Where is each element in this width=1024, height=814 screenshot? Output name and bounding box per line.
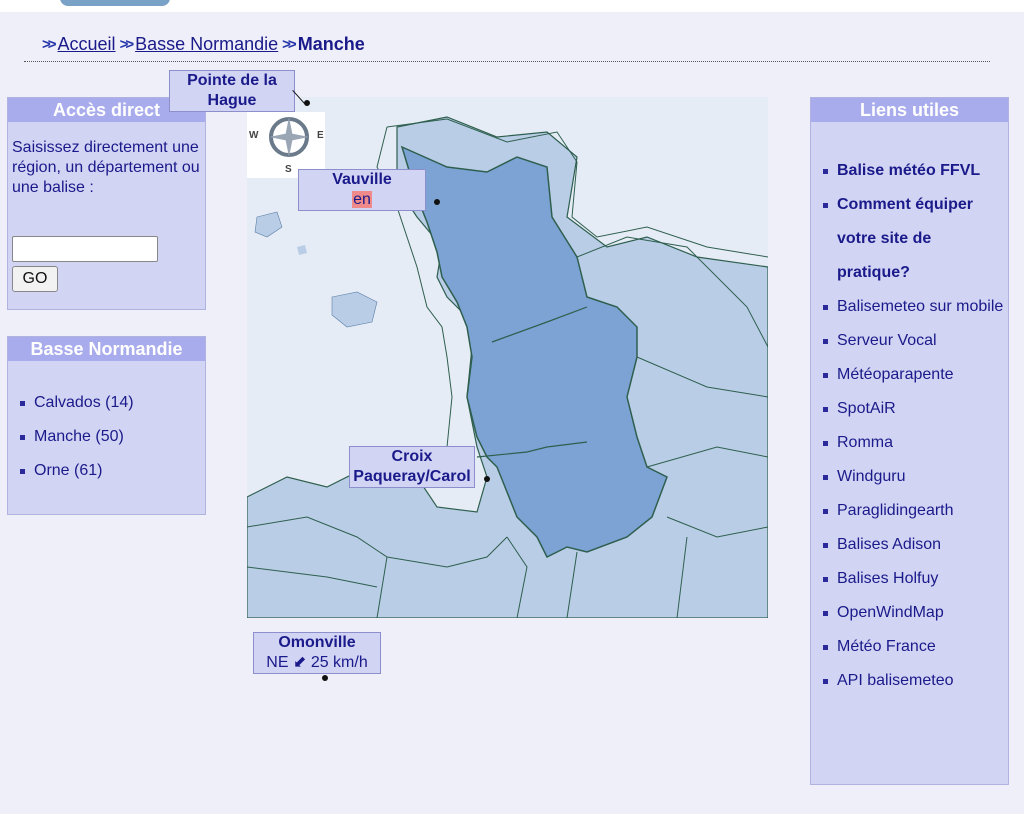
station-name: Vauville: [332, 171, 392, 188]
useful-link[interactable]: API balisemeteo: [811, 664, 1008, 698]
site-logo[interactable]: [60, 0, 170, 6]
breadcrumb-region-link[interactable]: Basse Normandie: [135, 34, 278, 55]
station-marker[interactable]: [434, 199, 440, 205]
wind-arrow-icon: ⬋: [292, 654, 307, 671]
island: [297, 245, 307, 255]
breadcrumb-home-link[interactable]: Accueil: [58, 34, 116, 55]
useful-link[interactable]: Balise météo FFVL: [811, 154, 1008, 188]
station-label-omonville[interactable]: Omonville NE ⬋ 25 km/h: [253, 632, 381, 674]
station-label-vauville[interactable]: Vauville en: [298, 169, 426, 211]
wind-direction: NE: [266, 654, 289, 671]
breadcrumb-separator-icon: >>: [119, 36, 134, 53]
useful-link[interactable]: Comment équiper votre site de pratique?: [811, 188, 1008, 290]
useful-links-title: Liens utiles: [811, 98, 1008, 122]
dotted-divider: [24, 61, 990, 62]
useful-link[interactable]: Balises Adison: [811, 528, 1008, 562]
useful-link[interactable]: OpenWindMap: [811, 596, 1008, 630]
station-name: Croix Paqueray/Carol: [353, 448, 471, 485]
useful-link[interactable]: Windguru: [811, 460, 1008, 494]
station-marker[interactable]: [484, 476, 490, 482]
wind-speed: 25 km/h: [310, 654, 368, 671]
breadcrumb: >> Accueil >> Basse Normandie >> Manche: [38, 34, 365, 55]
wind-direction: en: [352, 191, 372, 208]
region-panel-title: Basse Normandie: [8, 337, 205, 361]
station-name: Pointe de la Hague: [187, 72, 277, 109]
station-label-croix[interactable]: Croix Paqueray/Carol: [349, 446, 475, 488]
manche-department: [400, 145, 668, 559]
useful-link[interactable]: Balises Holfuy: [811, 562, 1008, 596]
breadcrumb-separator-icon: >>: [42, 36, 56, 53]
breadcrumb-current: Manche: [297, 34, 365, 54]
station-name: Omonville: [278, 634, 356, 651]
useful-link[interactable]: Balisemeteo sur mobile: [811, 290, 1008, 324]
search-input[interactable]: [12, 236, 158, 262]
useful-link[interactable]: Météoparapente: [811, 358, 1008, 392]
useful-links-list: Balise météo FFVL Comment équiper votre s…: [811, 154, 1008, 698]
compass-south: S: [285, 164, 292, 175]
useful-link[interactable]: Paraglidingearth: [811, 494, 1008, 528]
acces-direct-panel: Accès direct Saisissez directement une r…: [7, 97, 206, 310]
go-button[interactable]: GO: [12, 266, 58, 292]
island: [254, 211, 283, 238]
department-link-manche[interactable]: Manche (50): [8, 427, 205, 461]
useful-link[interactable]: Serveur Vocal: [811, 324, 1008, 358]
department-link-orne[interactable]: Orne (61): [8, 461, 205, 495]
useful-link[interactable]: SpotAiR: [811, 392, 1008, 426]
useful-link[interactable]: Romma: [811, 426, 1008, 460]
region-panel: Basse Normandie Calvados (14) Manche (50…: [7, 336, 206, 515]
acces-direct-description: Saisissez directement une région, un dép…: [12, 139, 200, 196]
wind-reading: NE ⬋ 25 km/h: [254, 653, 380, 673]
department-list: Calvados (14) Manche (50) Orne (61): [8, 393, 205, 495]
breadcrumb-separator-icon: >>: [282, 36, 296, 53]
useful-links-panel: Liens utiles Balise météo FFVL Comment éq…: [810, 97, 1009, 785]
station-label-hague[interactable]: Pointe de la Hague: [169, 70, 295, 112]
department-link-calvados[interactable]: Calvados (14): [8, 393, 205, 427]
useful-link[interactable]: Météo France: [811, 630, 1008, 664]
station-marker[interactable]: [304, 100, 310, 106]
island: [331, 291, 378, 328]
station-marker[interactable]: [322, 675, 328, 681]
compass-east: E: [317, 130, 324, 141]
compass-west: W: [249, 130, 259, 141]
